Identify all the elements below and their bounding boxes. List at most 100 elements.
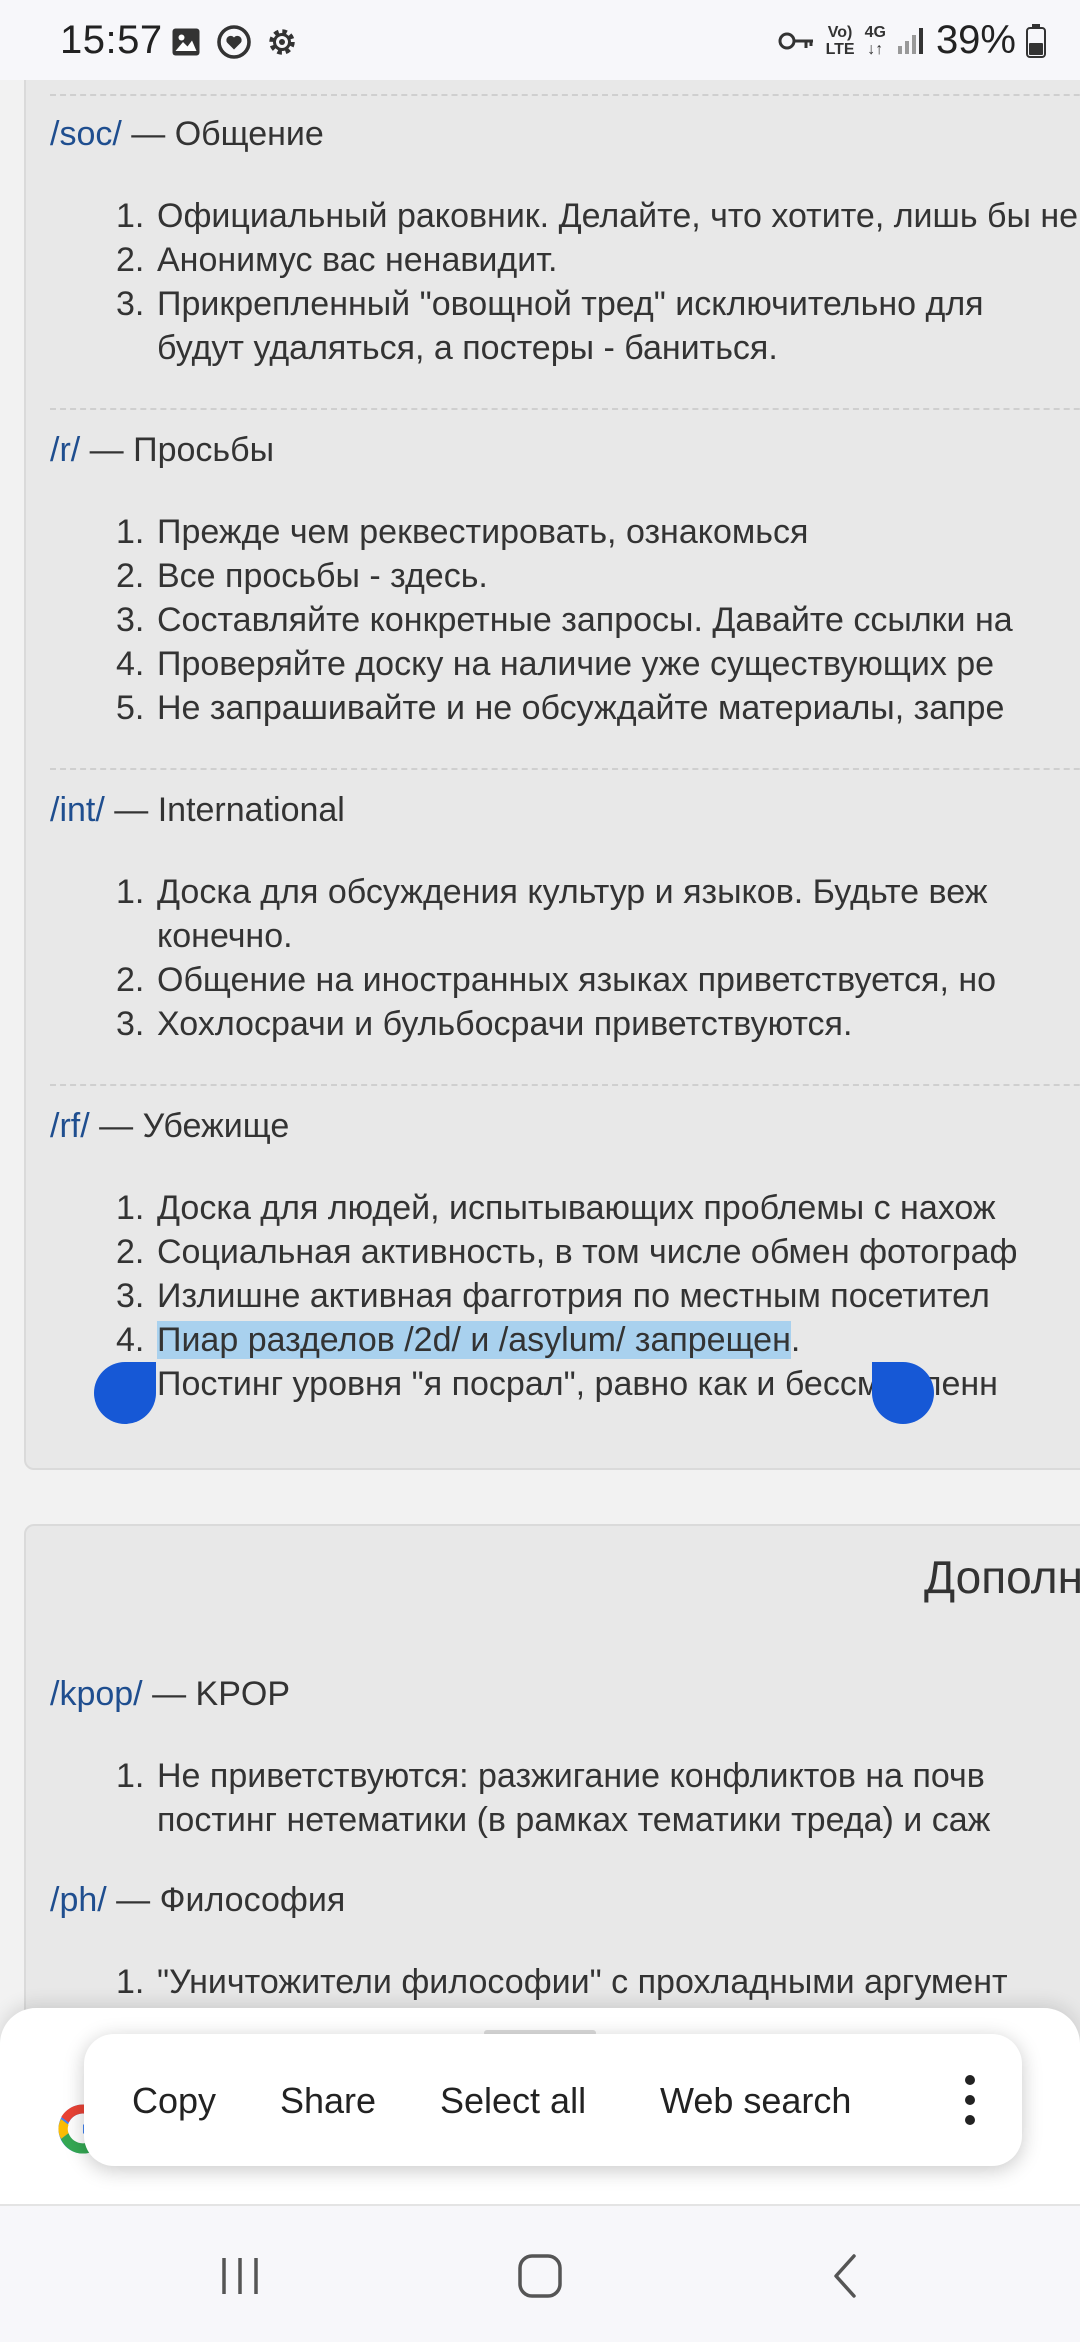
vpn-key-icon xyxy=(778,32,813,49)
network-type-label: 4G ↓↑ xyxy=(864,23,886,58)
selection-start-handle[interactable] xyxy=(94,1362,156,1424)
section-kpop: /kpop/ — KPOP 1. Не приветствуются: разжи… xyxy=(50,1672,1080,1842)
rule-number: 1. xyxy=(116,1189,145,1227)
rule-text: Анонимус вас ненавидит. xyxy=(157,241,558,279)
list-item: 3. Прикрепленный "овощной тред" исключите… xyxy=(50,282,1080,370)
notification-icons xyxy=(168,24,300,60)
board-link-int[interactable]: /int/ xyxy=(50,791,105,829)
text-selection-toolbar: Copy Share Select all Web search xyxy=(84,2034,1022,2166)
rule-number: 1. xyxy=(116,513,145,551)
web-search-button[interactable]: Web search xyxy=(660,2080,851,2122)
rule-text: Прежде чем реквестировать, ознакомься xyxy=(157,513,809,551)
list-item: 3. Составляйте конкретные запросы. Давайт… xyxy=(50,598,1080,642)
list-item: 1. Прежде чем реквестировать, ознакомься xyxy=(50,510,1080,554)
rule-number: 3. xyxy=(116,1005,145,1043)
navigation-bar xyxy=(0,2204,1080,2342)
rule-text: конечно. xyxy=(157,917,293,955)
title-separator: — xyxy=(89,1107,143,1145)
rule-number: 2. xyxy=(116,961,145,999)
rule-text: Прикрепленный "овощной тред" исключитель… xyxy=(157,285,984,323)
rule-text: будут удаляться, а постеры - баниться. xyxy=(157,329,778,367)
rule-text: Составляйте конкретные запросы. Давайте … xyxy=(157,601,1013,639)
rule-number: 3. xyxy=(116,601,145,639)
rule-number: 2. xyxy=(116,1233,145,1271)
rule-text: Доска для обсуждения культур и языков. Б… xyxy=(157,873,988,911)
board-name: Просьбы xyxy=(133,431,275,469)
section-title: /int/ — International xyxy=(50,788,1080,832)
status-bar: 15:57 Vo) LTE 4G ↓↑ 39% xyxy=(0,0,1080,80)
page-content[interactable]: /soc/ — Общение 1. Официальный раковник. … xyxy=(0,80,1080,2200)
board-link-r[interactable]: /r/ xyxy=(50,431,80,469)
select-all-button[interactable]: Select all xyxy=(440,2080,586,2122)
back-icon[interactable] xyxy=(816,2246,876,2306)
rule-text: Не запрашивайте и не обсуждайте материал… xyxy=(157,689,1005,727)
section-int: /int/ — International 1. Доска для обсужд… xyxy=(50,788,1080,1046)
title-separator: — xyxy=(80,431,134,469)
volte-label: Vo) LTE xyxy=(825,23,855,58)
rule-text: Излишне активная фагготрия по местным по… xyxy=(157,1277,990,1315)
rule-text: постинг нетематики (в рамках тематики тр… xyxy=(157,1801,991,1839)
rule-number: 4. xyxy=(116,1321,145,1359)
rule-list: 1. Прежде чем реквестировать, ознакомься … xyxy=(50,510,1080,730)
selection-end-handle[interactable] xyxy=(872,1362,934,1424)
board-name: Убежище xyxy=(142,1107,290,1145)
home-icon[interactable] xyxy=(510,2246,570,2306)
title-separator: — xyxy=(142,1675,196,1713)
rule-number: 3. xyxy=(116,285,145,323)
list-item: 2. Общение на иностранных языках приветст… xyxy=(50,958,1080,1002)
board-link-soc[interactable]: /soc/ xyxy=(50,115,122,153)
board-link-kpop[interactable]: /kpop/ xyxy=(50,1675,143,1713)
list-item: 3. Хохлосрачи и бульбосрачи приветствуютс… xyxy=(50,1002,1080,1046)
section-divider xyxy=(50,1084,1080,1086)
section-title: /rf/ — Убежище xyxy=(50,1104,1080,1148)
section-title: /r/ — Просьбы xyxy=(50,428,1080,472)
section-divider xyxy=(50,768,1080,770)
selected-text[interactable]: Пиар разделов /2d/ и /asylum/ запрещен xyxy=(157,1321,791,1359)
list-item: 2. Все просьбы - здесь. xyxy=(50,554,1080,598)
battery-percent: 39% xyxy=(935,18,1016,62)
rule-text-line[interactable]: Пиар разделов /2d/ и /asylum/ запрещен. xyxy=(157,1318,1080,1362)
list-item: 5. Не запрашивайте и не обсуждайте матери… xyxy=(50,686,1080,730)
rule-number: 5. xyxy=(116,689,145,727)
section-title: /ph/ — Философия xyxy=(50,1878,1080,1922)
board-name: Общение xyxy=(174,115,324,153)
rule-number: 1. xyxy=(116,1963,145,2001)
title-separator: — xyxy=(106,1881,160,1919)
board-link-rf[interactable]: /rf/ xyxy=(50,1107,90,1145)
section-title: /kpop/ — KPOP xyxy=(50,1672,1080,1716)
rule-text: Социальная активность, в том числе обмен… xyxy=(157,1233,1018,1271)
recent-apps-icon[interactable] xyxy=(210,2246,270,2306)
list-item: 1. Доска для людей, испытывающих проблемы… xyxy=(50,1186,1080,1230)
settings-gear-icon xyxy=(269,29,295,55)
list-item: 2. Анонимус вас ненавидит. xyxy=(50,238,1080,282)
list-item: 1. Доска для обсуждения культур и языков.… xyxy=(50,870,1080,958)
rule-number: 4. xyxy=(116,645,145,683)
list-item: 4. Проверяйте доску на наличие уже сущест… xyxy=(50,642,1080,686)
rule-number: 1. xyxy=(116,873,145,911)
list-item: 3. Излишне активная фагготрия по местным … xyxy=(50,1274,1080,1318)
rule-number: 1. xyxy=(116,197,145,235)
board-name: Философия xyxy=(159,1881,346,1919)
rule-text: Проверяйте доску на наличие уже существу… xyxy=(157,645,995,683)
copy-button[interactable]: Copy xyxy=(132,2080,216,2122)
rule-list: 1. "Уничтожители философии" с прохладными… xyxy=(50,1960,1080,2004)
rule-text: Официальный раковник. Делайте, что хотит… xyxy=(157,197,1080,235)
board-name: International xyxy=(157,791,345,829)
rule-text: Общение на иностранных языках приветству… xyxy=(157,961,997,999)
rule-number: 2. xyxy=(116,557,145,595)
share-button[interactable]: Share xyxy=(280,2080,376,2122)
network-type-text: 4G xyxy=(864,23,886,41)
rule-list: 1. Официальный раковник. Делайте, что хот… xyxy=(50,194,1080,370)
section-soc: /soc/ — Общение 1. Официальный раковник. … xyxy=(50,112,1080,370)
rule-text: Доска для людей, испытывающих проблемы с… xyxy=(157,1189,996,1227)
rule-number: 1. xyxy=(116,1757,145,1795)
section-r: /r/ — Просьбы 1. Прежде чем реквестироват… xyxy=(50,428,1080,730)
battery-icon xyxy=(1026,23,1046,58)
list-item: 2. Социальная активность, в том числе обм… xyxy=(50,1230,1080,1274)
more-options-icon[interactable] xyxy=(950,2064,990,2136)
board-link-ph[interactable]: /ph/ xyxy=(50,1881,107,1919)
rule-number: 3. xyxy=(116,1277,145,1315)
rule-text: "Уничтожители философии" с прохладными а… xyxy=(157,1963,1008,2001)
section-divider xyxy=(50,408,1080,410)
rule-text: Все просьбы - здесь. xyxy=(157,557,488,595)
